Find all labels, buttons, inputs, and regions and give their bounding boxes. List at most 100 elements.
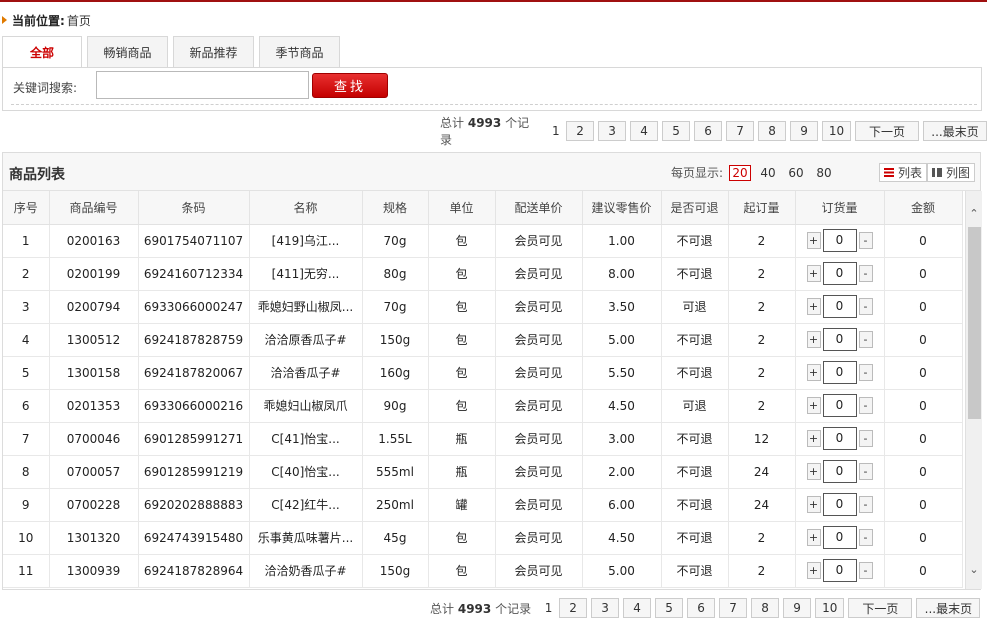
- product-code-link[interactable]: 0200199: [49, 257, 139, 291]
- per-page-option-80[interactable]: 80: [813, 165, 835, 181]
- page-link-10[interactable]: 10: [815, 598, 845, 618]
- next-page-button[interactable]: 下一页: [848, 598, 913, 618]
- page-link-2[interactable]: 2: [566, 121, 595, 141]
- plus-button[interactable]: +: [806, 265, 821, 282]
- plus-button[interactable]: +: [806, 529, 821, 546]
- search-input[interactable]: [96, 71, 309, 99]
- plus-button[interactable]: +: [806, 430, 821, 447]
- product-code-link[interactable]: 0200794: [49, 290, 139, 324]
- last-page-button[interactable]: ...最末页: [922, 121, 987, 141]
- grid-view-icon: [932, 168, 943, 177]
- page-link-6[interactable]: 6: [687, 598, 716, 618]
- plus-button[interactable]: +: [806, 496, 821, 513]
- tab-all[interactable]: 全部: [2, 36, 82, 68]
- quantity-input[interactable]: 0: [822, 460, 857, 483]
- product-code-link[interactable]: 0700046: [49, 422, 139, 456]
- returnable-status: 不可退: [661, 554, 729, 588]
- order-qty-cell: +0-: [795, 257, 885, 291]
- chevron-up-icon[interactable]: ⌃: [966, 205, 982, 222]
- last-page-button[interactable]: ...最末页: [916, 598, 981, 618]
- product-code-link[interactable]: 1300939: [49, 554, 139, 588]
- quantity-input[interactable]: 0: [822, 493, 857, 516]
- page-link-9[interactable]: 9: [790, 121, 819, 141]
- quantity-input[interactable]: 0: [822, 559, 857, 582]
- minus-button[interactable]: -: [858, 562, 873, 579]
- order-qty-cell: +0-: [795, 323, 885, 357]
- product-code-link[interactable]: 0700057: [49, 455, 139, 489]
- page-link-7[interactable]: 7: [726, 121, 755, 141]
- plus-button[interactable]: +: [806, 331, 821, 348]
- breadcrumb-current[interactable]: 首页: [67, 12, 91, 29]
- plus-button[interactable]: +: [806, 298, 821, 315]
- per-page-option-40[interactable]: 40: [757, 165, 779, 181]
- minus-button[interactable]: -: [858, 529, 873, 546]
- minus-button[interactable]: -: [858, 430, 873, 447]
- page-link-2[interactable]: 2: [559, 598, 588, 618]
- minus-button[interactable]: -: [858, 463, 873, 480]
- plus-button[interactable]: +: [806, 463, 821, 480]
- quantity-input[interactable]: 0: [822, 361, 857, 384]
- chevron-down-icon[interactable]: ⌄: [966, 561, 982, 578]
- column-header: 规格: [362, 191, 429, 225]
- quantity-input[interactable]: 0: [822, 526, 857, 549]
- table-row: 10 1301320 6924743915480 乐事黄瓜味薯片... 45g 包会员可见…: [3, 521, 963, 555]
- product-code-link[interactable]: 1300158: [49, 356, 139, 390]
- product-code-link[interactable]: 1301320: [49, 521, 139, 555]
- minus-button[interactable]: -: [858, 265, 873, 282]
- page-link-10[interactable]: 10: [822, 121, 851, 141]
- table-scrollbar[interactable]: ⌃ ⌄: [965, 191, 982, 589]
- scrollbar-thumb[interactable]: [968, 227, 981, 419]
- product-code-link[interactable]: 0200163: [49, 224, 139, 258]
- plus-button[interactable]: +: [806, 232, 821, 249]
- returnable-status: 不可退: [661, 224, 729, 258]
- total-suffix: 个记录: [495, 601, 532, 616]
- minus-button[interactable]: -: [858, 331, 873, 348]
- page-link-3[interactable]: 3: [598, 121, 627, 141]
- plus-button[interactable]: +: [806, 364, 821, 381]
- product-code-link[interactable]: 0201353: [49, 389, 139, 423]
- page-link-8[interactable]: 8: [758, 121, 787, 141]
- returnable-status: 不可退: [661, 455, 729, 489]
- grid-view-button[interactable]: 列图: [927, 163, 976, 182]
- tab-bestsellers[interactable]: 畅销商品: [87, 36, 168, 68]
- minus-button[interactable]: -: [858, 397, 873, 414]
- column-header: 名称: [249, 191, 363, 225]
- tab-new-arrivals[interactable]: 新品推荐: [173, 36, 254, 68]
- search-button[interactable]: 查找: [312, 73, 388, 98]
- table-row: 6 0201353 6933066000216 乖媳妇山椒凤爪 90g 包会员可见 4.50…: [3, 389, 963, 423]
- per-page-option-20[interactable]: 20: [729, 164, 752, 181]
- page-link-5[interactable]: 5: [662, 121, 691, 141]
- list-view-button[interactable]: 列表: [879, 163, 928, 182]
- quantity-input[interactable]: 0: [822, 295, 857, 318]
- page-link-4[interactable]: 4: [630, 121, 659, 141]
- quantity-input[interactable]: 0: [822, 328, 857, 351]
- minus-button[interactable]: -: [858, 364, 873, 381]
- page-link-6[interactable]: 6: [694, 121, 723, 141]
- plus-button[interactable]: +: [806, 562, 821, 579]
- page-link-8[interactable]: 8: [751, 598, 780, 618]
- spec: 250ml: [362, 488, 429, 522]
- quantity-input[interactable]: 0: [822, 394, 857, 417]
- minus-button[interactable]: -: [858, 496, 873, 513]
- product-code-link[interactable]: 0700228: [49, 488, 139, 522]
- page-link-5[interactable]: 5: [655, 598, 684, 618]
- min-order-qty: 12: [728, 422, 796, 456]
- row-number: 9: [3, 488, 50, 522]
- quantity-input[interactable]: 0: [822, 262, 857, 285]
- minus-button[interactable]: -: [858, 232, 873, 249]
- page-link-3[interactable]: 3: [591, 598, 620, 618]
- quantity-input[interactable]: 0: [822, 427, 857, 450]
- unit: 包: [428, 290, 496, 324]
- product-name: 乐事黄瓜味薯片...: [249, 521, 363, 555]
- member-price: 会员可见: [495, 224, 583, 258]
- plus-button[interactable]: +: [806, 397, 821, 414]
- per-page-option-60[interactable]: 60: [785, 165, 807, 181]
- tab-seasonal[interactable]: 季节商品: [259, 36, 340, 68]
- minus-button[interactable]: -: [858, 298, 873, 315]
- product-code-link[interactable]: 1300512: [49, 323, 139, 357]
- next-page-button[interactable]: 下一页: [854, 121, 919, 141]
- page-link-9[interactable]: 9: [783, 598, 812, 618]
- page-link-4[interactable]: 4: [623, 598, 652, 618]
- quantity-input[interactable]: 0: [822, 229, 857, 252]
- page-link-7[interactable]: 7: [719, 598, 748, 618]
